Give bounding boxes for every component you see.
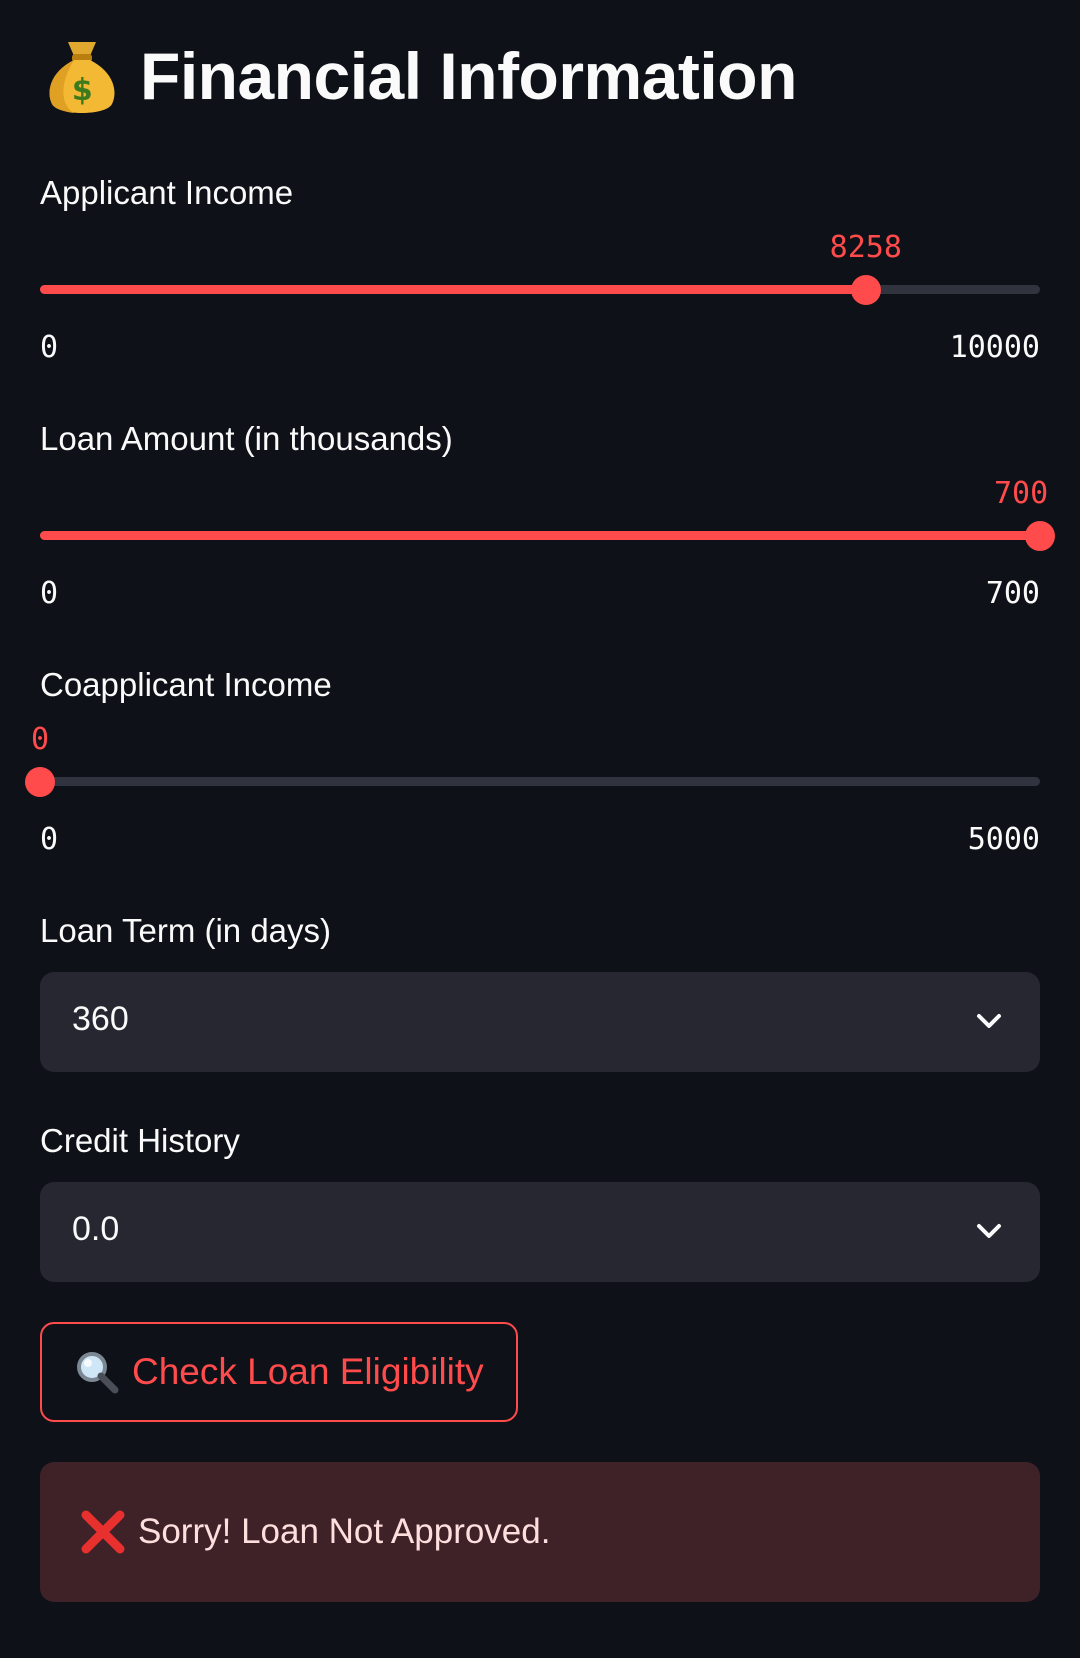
loan-term-label: Loan Term (in days) [40, 912, 332, 949]
chevron-down-icon[interactable] [974, 1006, 1004, 1036]
slider-max-label: 700 [985, 576, 1040, 611]
slider-thumb[interactable] [25, 767, 55, 797]
loan-amount-slider[interactable]: 700 0 700 [40, 476, 1055, 611]
applicant-income-label: Applicant Income [40, 174, 294, 211]
slider-min-label: 0 [40, 330, 59, 365]
svg-text:$: $ [72, 73, 92, 108]
slider-current-value: 8258 [829, 230, 902, 265]
slider-track[interactable] [40, 777, 1040, 786]
loan-term-selected-value: 360 [72, 1000, 129, 1038]
chevron-down-icon[interactable] [974, 1216, 1004, 1246]
page-title: $ Financial Information [44, 36, 797, 116]
magnifier-icon [74, 1349, 120, 1395]
loan-amount-label: Loan Amount (in thousands) [40, 420, 453, 457]
credit-history-label: Credit History [40, 1122, 240, 1159]
result-message: Sorry! Loan Not Approved. [138, 1512, 551, 1551]
cross-mark-icon [80, 1509, 126, 1555]
coapplicant-income-slider[interactable]: 0 0 5000 [25, 722, 1040, 857]
slider-max-label: 10000 [949, 330, 1040, 365]
slider-thumb[interactable] [850, 275, 881, 305]
credit-history-select[interactable]: 0.0 [40, 1182, 1040, 1282]
slider-min-label: 0 [40, 576, 59, 611]
slider-track[interactable] [40, 285, 1040, 294]
title-text: Financial Information [140, 39, 797, 113]
applicant-income-slider[interactable]: 8258 0 10000 [40, 230, 1040, 365]
slider-min-label: 0 [40, 822, 59, 857]
check-button-label: Check Loan Eligibility [132, 1351, 484, 1392]
loan-term-select[interactable]: 360 [40, 972, 1040, 1072]
slider-fill [40, 285, 866, 294]
slider-current-value: 0 [30, 722, 50, 757]
check-loan-eligibility-button[interactable]: Check Loan Eligibility [40, 1322, 518, 1422]
slider-fill [40, 531, 1040, 540]
money-bag-icon: $ [44, 36, 120, 116]
slider-current-value: 700 [993, 476, 1049, 511]
coapplicant-income-label: Coapplicant Income [40, 666, 332, 703]
slider-track[interactable] [40, 531, 1040, 540]
error-alert: Sorry! Loan Not Approved. [40, 1462, 1040, 1602]
slider-max-label: 5000 [967, 822, 1040, 857]
credit-history-selected-value: 0.0 [72, 1210, 120, 1248]
slider-thumb[interactable] [1025, 521, 1055, 551]
